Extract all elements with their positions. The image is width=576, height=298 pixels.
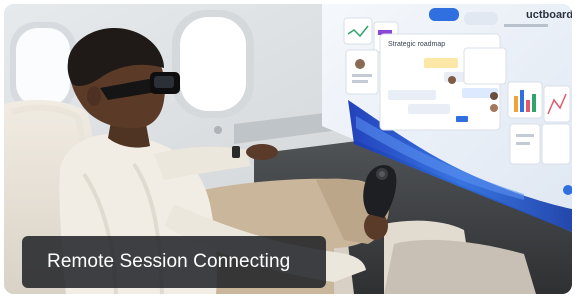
bar-chart-icon xyxy=(507,81,543,119)
caption-overlay: Remote Session Connecting xyxy=(22,236,326,288)
caption-text: Remote Session Connecting xyxy=(47,251,291,272)
image-card: uctboard Strategic roadmap Remote Sessio… xyxy=(4,4,572,294)
virtual-screen-title: uctboard xyxy=(526,9,572,21)
panel-heading: Strategic roadmap xyxy=(388,41,445,48)
airplane-window-icon xyxy=(10,22,76,112)
